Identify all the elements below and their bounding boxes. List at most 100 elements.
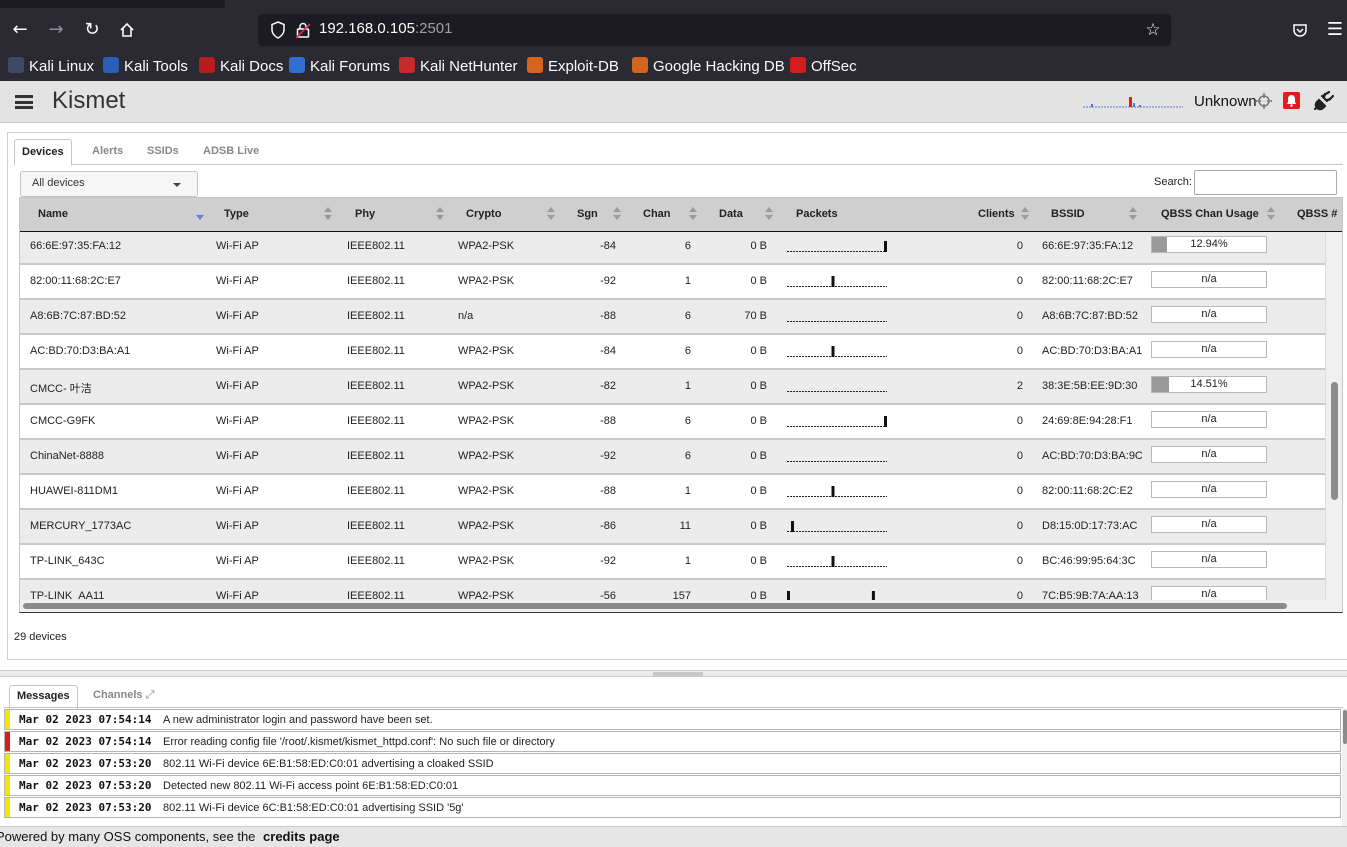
shield-icon[interactable]: [270, 21, 286, 39]
qbss-usage-bar: 14.51%: [1151, 376, 1267, 393]
tab-alerts[interactable]: Alerts: [85, 139, 130, 165]
alert-bell-icon[interactable]: [1283, 92, 1300, 109]
column-header-packets[interactable]: Packets: [796, 208, 838, 220]
column-header-data[interactable]: Data: [719, 208, 743, 220]
message-item: Mar 02 2023 07:53:20 802.11 Wi-Fi device …: [4, 753, 1341, 774]
column-header-phy[interactable]: Phy: [355, 208, 375, 220]
cell-data: 0 B: [750, 240, 767, 252]
table-row[interactable]: CMCC- 叶洁 Wi-Fi AP IEEE802.11 WPA2-PSK -82 1 0 …: [20, 370, 1325, 405]
sort-icon[interactable]: [689, 207, 697, 221]
vertical-scrollbar[interactable]: [1325, 232, 1342, 600]
expand-icon[interactable]: ⤢: [146, 689, 155, 701]
table-row[interactable]: 82:00:11:68:2C:E7 Wi-Fi AP IEEE802.11 WPA2-…: [20, 265, 1325, 300]
back-icon[interactable]: ←: [6, 16, 34, 44]
hamburger-menu-icon[interactable]: [15, 95, 33, 109]
url-port: :2501: [414, 20, 453, 37]
search-input[interactable]: [1194, 170, 1337, 195]
column-header-type[interactable]: Type: [224, 208, 249, 220]
qbss-usage-bar: n/a: [1151, 516, 1267, 533]
device-count: 29 devices: [14, 631, 67, 643]
info-level-marker: [5, 754, 10, 773]
messages-scrollbar-thumb[interactable]: [1343, 710, 1347, 744]
qbss-usage-value: n/a: [1201, 518, 1217, 530]
sort-icon[interactable]: [436, 207, 444, 221]
url-text[interactable]: 192.168.0.105:2501: [319, 20, 452, 37]
message-item: Mar 02 2023 07:53:20 802.11 Wi-Fi device …: [4, 797, 1341, 818]
column-header-clients[interactable]: Clients: [978, 208, 1015, 220]
table-row[interactable]: 66:6E:97:35:FA:12 Wi-Fi AP IEEE802.11 WPA2-…: [20, 232, 1325, 265]
bookmark-label: Google Hacking DB: [653, 58, 785, 75]
table-row[interactable]: TP-LINK_643C Wi-Fi AP IEEE802.11 WPA2-PSK -9…: [20, 545, 1325, 580]
sort-icon[interactable]: [613, 207, 621, 221]
pocket-icon[interactable]: [1286, 16, 1314, 44]
table-row[interactable]: ChinaNet-8888 Wi-Fi AP IEEE802.11 WPA2-PSK -…: [20, 440, 1325, 475]
tab-devices[interactable]: Devices: [14, 139, 72, 166]
menu-icon[interactable]: ☰: [1321, 16, 1347, 44]
bookmark-star-icon[interactable]: ☆: [1143, 20, 1163, 40]
plug-connection-icon[interactable]: [1312, 91, 1334, 111]
address-bar[interactable]: 192.168.0.105:2501 ☆: [258, 14, 1171, 46]
sort-icon[interactable]: [1267, 207, 1275, 221]
column-header-sgn[interactable]: Sgn: [577, 208, 598, 220]
bookmark-exploit-db[interactable]: Exploit-DB: [527, 56, 619, 78]
horizontal-scrollbar-thumb[interactable]: [23, 603, 1287, 609]
column-header-qbss-chan-usage[interactable]: QBSS Chan Usage: [1161, 208, 1259, 220]
splitter-grip[interactable]: [653, 672, 703, 676]
sort-icon[interactable]: [1021, 207, 1029, 221]
column-header-qbss-[interactable]: QBSS #: [1297, 208, 1337, 220]
device-filter-select[interactable]: All devices: [20, 171, 198, 197]
tab-adsb-live[interactable]: ADSB Live: [196, 139, 266, 165]
sort-icon[interactable]: [1129, 207, 1137, 221]
tab-messages[interactable]: Messages: [9, 685, 78, 709]
horizontal-scrollbar[interactable]: [20, 600, 1342, 612]
table-row[interactable]: TP-LINK_AA11 Wi-Fi AP IEEE802.11 WPA2-PSK -5…: [20, 580, 1325, 600]
column-header-bssid[interactable]: BSSID: [1051, 208, 1085, 220]
reload-icon[interactable]: ↻: [78, 16, 106, 44]
cell-chan: 6: [684, 345, 691, 357]
messages-scrollbar[interactable]: [1342, 708, 1347, 826]
home-icon[interactable]: [113, 16, 141, 44]
gps-crosshair-icon[interactable]: [1256, 93, 1272, 109]
bookmark-kali-nethunter[interactable]: Kali NetHunter: [399, 56, 518, 78]
sort-icon[interactable]: [547, 207, 555, 221]
message-timestamp: Mar 02 2023 07:53:20: [19, 779, 152, 792]
qbss-usage-value: n/a: [1201, 448, 1217, 460]
table-row[interactable]: MERCURY_1773AC Wi-Fi AP IEEE802.11 WPA2-PSK…: [20, 510, 1325, 545]
column-header-crypto[interactable]: Crypto: [466, 208, 501, 220]
table-row[interactable]: A8:6B:7C:87:BD:52 Wi-Fi AP IEEE802.11 n/a -8…: [20, 300, 1325, 335]
footer: Powered by many OSS components, see the …: [0, 826, 1347, 847]
panel-splitter[interactable]: [0, 670, 1347, 677]
column-header-name[interactable]: Name: [38, 208, 68, 220]
table-row[interactable]: AC:BD:70:D3:BA:A1 Wi-Fi AP IEEE802.11 WPA2-…: [20, 335, 1325, 370]
tab-strip-background: [225, 0, 1347, 8]
bookmark-kali-tools[interactable]: Kali Tools: [103, 56, 188, 78]
insecure-lock-icon[interactable]: [295, 21, 311, 39]
bookmark-google-hacking-db[interactable]: Google Hacking DB: [632, 56, 785, 78]
bookmark-kali-linux[interactable]: Kali Linux: [8, 56, 94, 78]
sort-desc-icon[interactable]: [196, 207, 204, 221]
credits-link[interactable]: credits page: [263, 829, 340, 844]
tab-channels[interactable]: Channels ⤢: [86, 685, 161, 708]
table-header: Name Type Phy Crypto Sgn Chan Data Packets Clien…: [20, 198, 1342, 232]
cell-type: Wi-Fi AP: [216, 590, 259, 600]
cell-sgn: -92: [600, 555, 616, 567]
packets-sparkline: [787, 241, 887, 252]
table-row[interactable]: HUAWEI-811DM1 Wi-Fi AP IEEE802.11 WPA2-PSK -…: [20, 475, 1325, 510]
sort-icon[interactable]: [324, 207, 332, 221]
bookmark-kali-forums[interactable]: Kali Forums: [289, 56, 390, 78]
forward-icon[interactable]: →: [42, 16, 70, 44]
packets-sparkline: [787, 416, 887, 427]
column-header-chan[interactable]: Chan: [643, 208, 671, 220]
cell-data: 0 B: [750, 380, 767, 392]
sort-icon[interactable]: [765, 207, 773, 221]
message-text: Detected new 802.11 Wi-Fi access point 6…: [163, 780, 459, 792]
vertical-scrollbar-thumb[interactable]: [1331, 382, 1338, 500]
gps-status[interactable]: Unknown: [1194, 93, 1257, 110]
bookmark-kali-docs[interactable]: Kali Docs: [199, 56, 283, 78]
bookmark-offsec[interactable]: OffSec: [790, 56, 857, 78]
info-level-marker: [5, 776, 10, 795]
info-level-marker: [5, 798, 10, 817]
cell-name: A8:6B:7C:87:BD:52: [30, 310, 127, 322]
tab-ssids[interactable]: SSIDs: [140, 139, 186, 165]
table-row[interactable]: CMCC-G9FK Wi-Fi AP IEEE802.11 WPA2-PSK -88 6 0…: [20, 405, 1325, 440]
